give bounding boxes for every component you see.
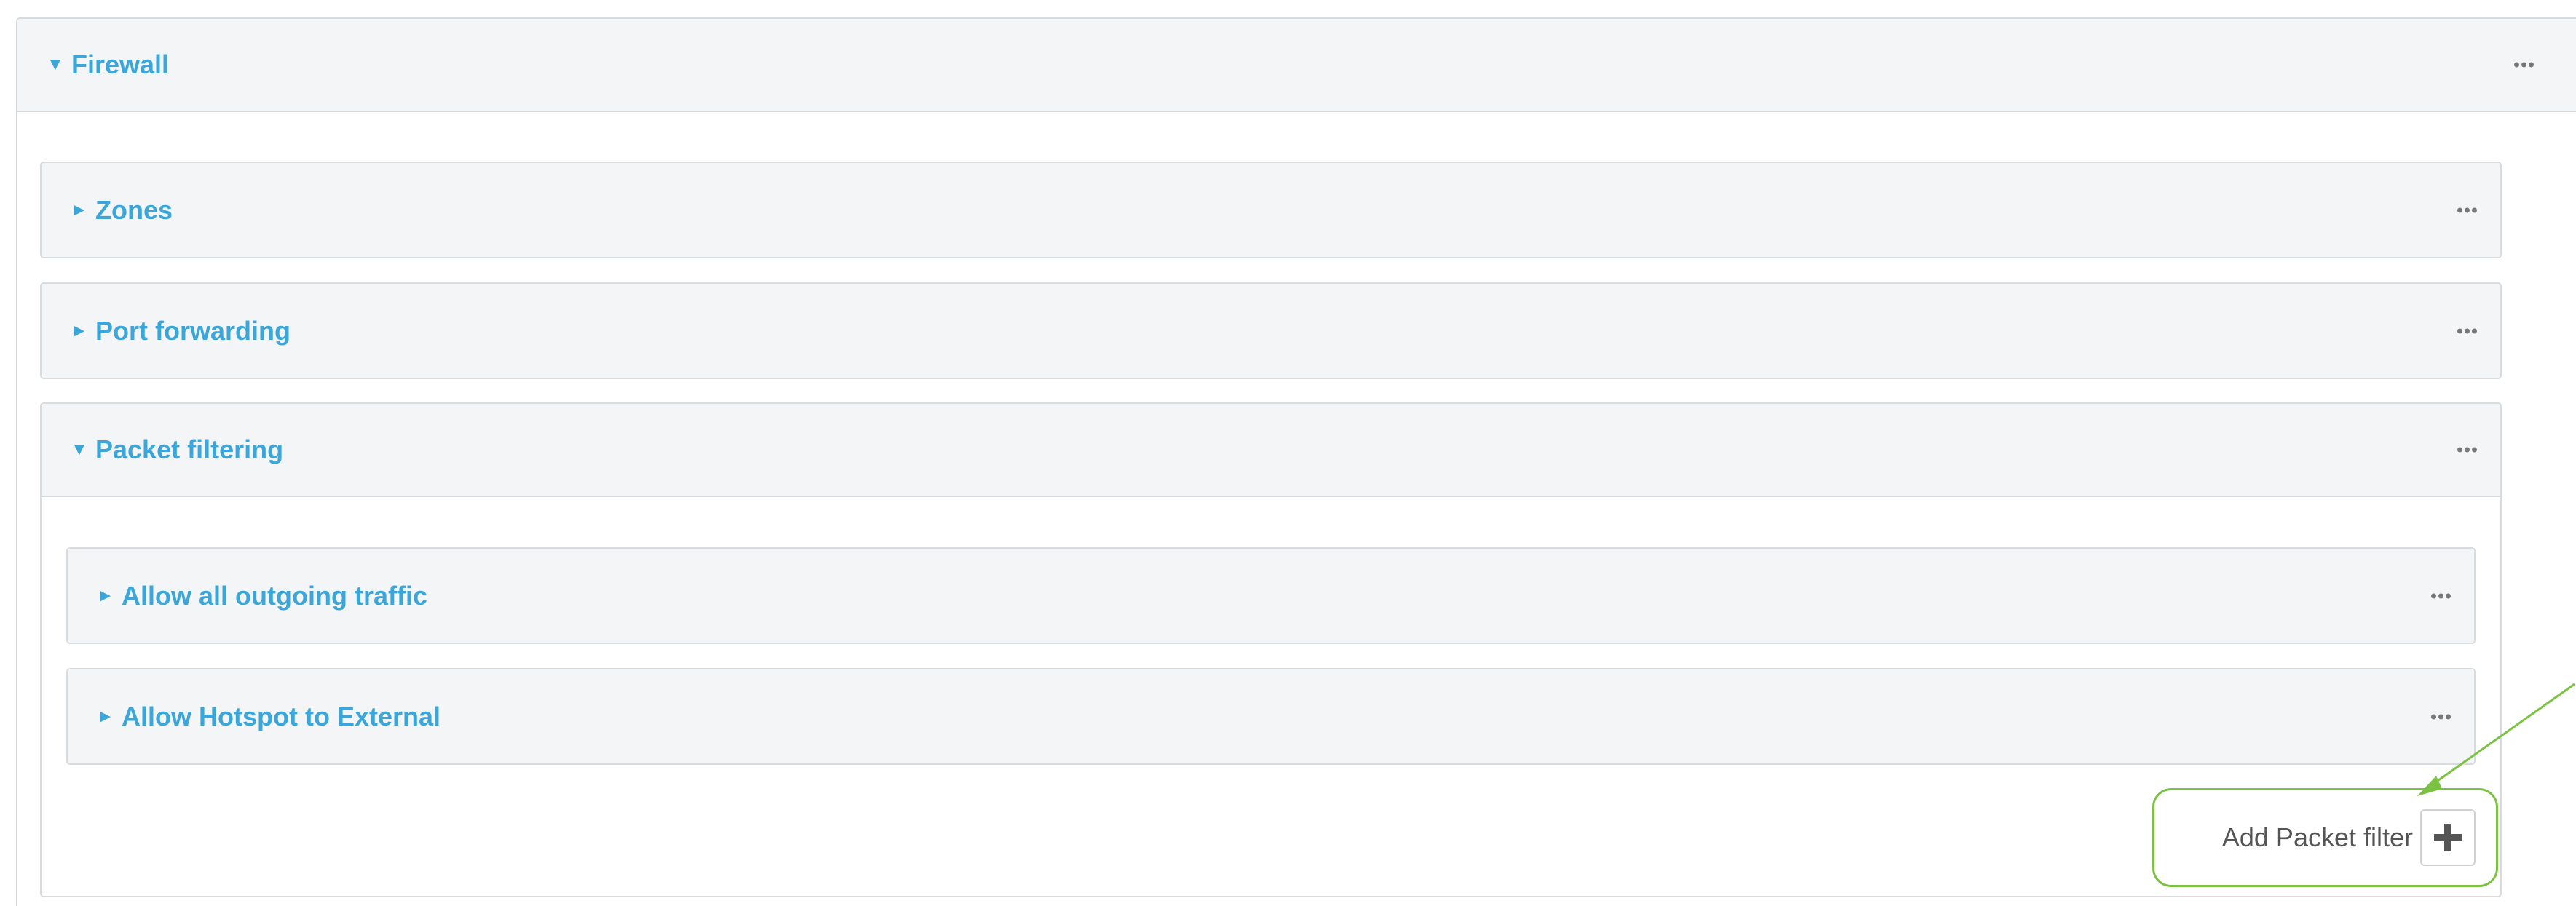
more-dots-icon[interactable]: [2431, 714, 2451, 719]
rule-title: Allow Hotspot to External: [122, 701, 441, 731]
packet-filtering-header[interactable]: ▼ Packet filtering: [42, 404, 2500, 497]
rule-toggle[interactable]: ► Allow Hotspot to External: [97, 702, 440, 732]
packet-filter-rule: ► Allow all outgoing traffic: [66, 547, 2476, 644]
packet-filtering-toggle[interactable]: ▼ Packet filtering: [71, 434, 283, 465]
rule-header[interactable]: ► Allow all outgoing traffic: [68, 549, 2474, 643]
packet-filtering-panel: ▼ Packet filtering: [40, 402, 2502, 897]
zones-title: Zones: [95, 194, 173, 225]
firewall-title: Firewall: [71, 49, 170, 79]
add-packet-filter-button[interactable]: [2420, 809, 2476, 866]
more-dots-icon[interactable]: [2457, 207, 2477, 212]
port-forwarding-panel: ► Port forwarding: [40, 282, 2502, 379]
plus-icon: [2434, 824, 2462, 851]
expanded-arrow-icon: ▼: [71, 440, 88, 459]
rule-header[interactable]: ► Allow Hotspot to External: [68, 669, 2474, 763]
more-dots-icon[interactable]: [2457, 328, 2477, 333]
collapsed-arrow-icon: ►: [71, 320, 88, 341]
rule-toggle[interactable]: ► Allow all outgoing traffic: [97, 581, 427, 611]
firewall-toggle[interactable]: ▼ Firewall: [47, 49, 169, 80]
packet-filtering-title: Packet filtering: [95, 434, 284, 464]
collapsed-arrow-icon: ►: [97, 585, 114, 605]
zones-header[interactable]: ► Zones: [42, 163, 2500, 257]
packet-filter-rule: ► Allow Hotspot to External: [66, 668, 2476, 765]
zones-panel: ► Zones: [40, 162, 2502, 258]
collapsed-arrow-icon: ►: [97, 706, 114, 726]
zones-toggle[interactable]: ► Zones: [71, 195, 173, 226]
port-forwarding-header[interactable]: ► Port forwarding: [42, 284, 2500, 378]
page: ▼ Firewall ► Zones ► Port forwarding ▼ P…: [0, 0, 2576, 906]
firewall-header[interactable]: ▼ Firewall: [17, 19, 2576, 112]
port-forwarding-title: Port forwarding: [95, 315, 291, 346]
add-packet-filter-highlight: Add Packet filter: [2152, 788, 2498, 887]
collapsed-arrow-icon: ►: [71, 199, 88, 220]
more-dots-icon[interactable]: [2514, 62, 2534, 68]
port-forwarding-toggle[interactable]: ► Port forwarding: [71, 316, 291, 346]
add-packet-filter-label: Add Packet filter: [2221, 822, 2413, 852]
more-dots-icon[interactable]: [2431, 593, 2451, 598]
expanded-arrow-icon: ▼: [47, 55, 64, 74]
more-dots-icon[interactable]: [2457, 447, 2477, 453]
rule-title: Allow all outgoing traffic: [122, 580, 427, 611]
